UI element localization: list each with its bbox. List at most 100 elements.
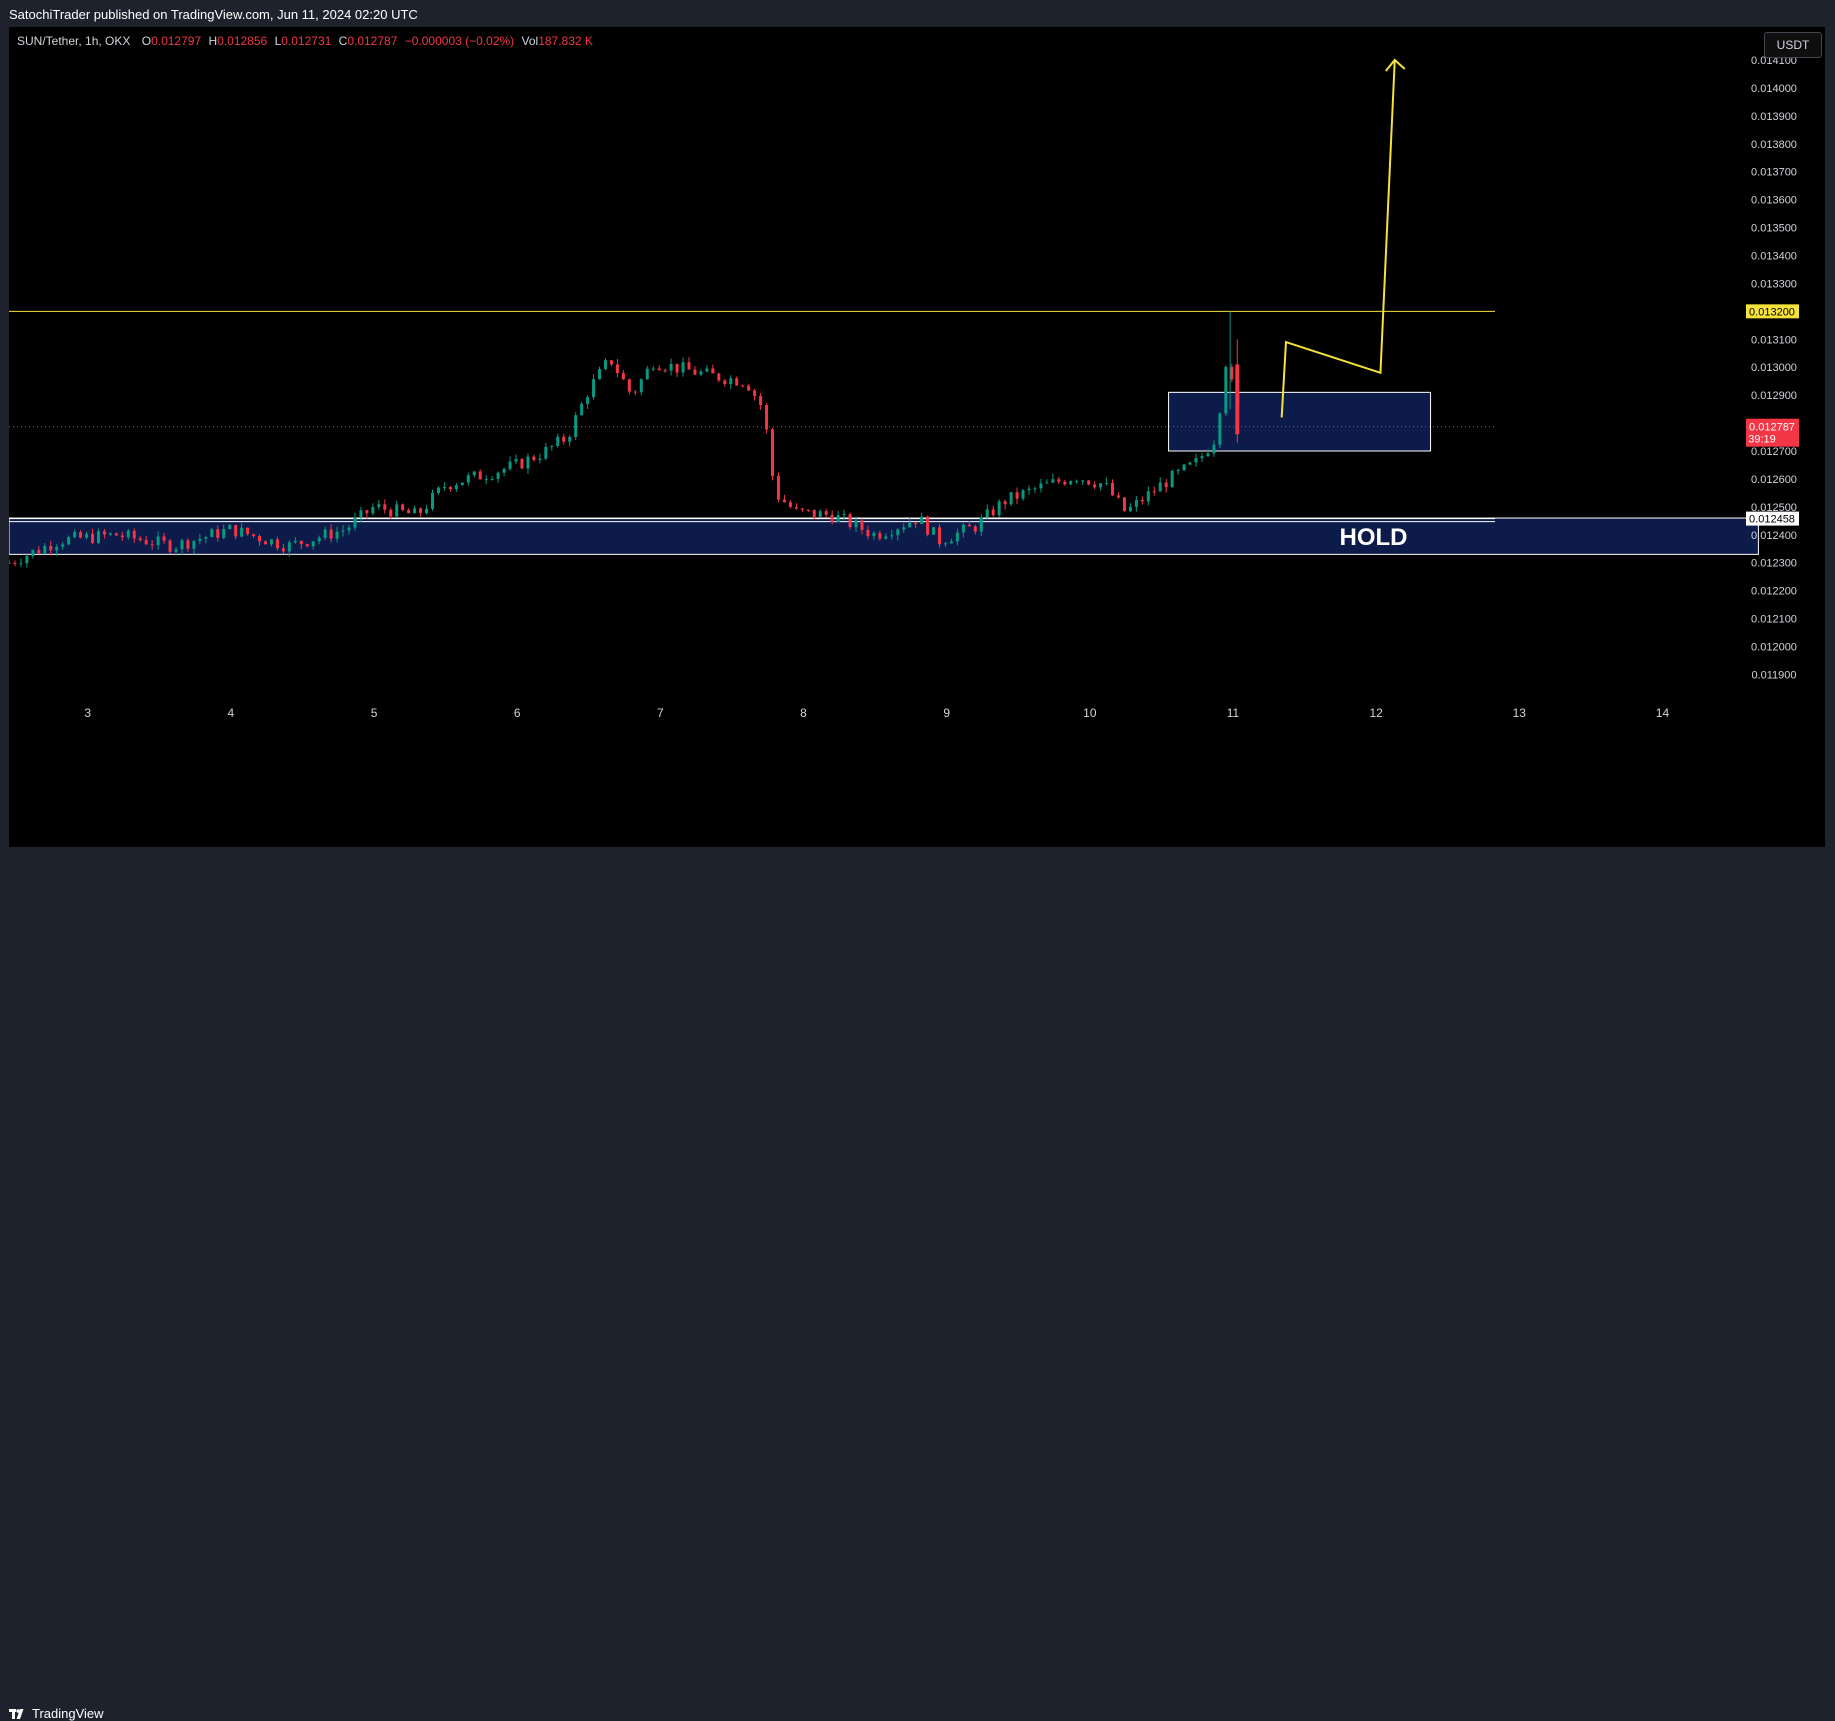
candle-body xyxy=(609,360,613,365)
candle-body xyxy=(967,524,971,527)
candle-body xyxy=(514,459,518,462)
y-axis-tick-label: 0.013400 xyxy=(1751,250,1797,262)
candle-body xyxy=(269,539,273,545)
candle-body xyxy=(383,504,387,510)
candle-body xyxy=(1051,479,1055,483)
legend-volume-value: 187.832 K xyxy=(538,34,593,48)
legend-close-value: 0.012787 xyxy=(347,34,398,48)
candle-body xyxy=(25,555,29,564)
y-axis-tick-label: 0.013800 xyxy=(1751,139,1797,151)
publisher-caption: SatochiTrader published on TradingView.c… xyxy=(9,7,418,22)
y-axis-tick-label: 0.013100 xyxy=(1751,334,1797,346)
y-axis-tick-label: 0.012000 xyxy=(1751,642,1797,654)
candle-body xyxy=(568,437,572,442)
candle-body xyxy=(830,514,834,522)
candle-body xyxy=(460,482,464,486)
candle-body xyxy=(753,390,757,396)
candle-body xyxy=(335,531,339,539)
x-axis-tick-label: 12 xyxy=(1369,706,1383,720)
candle-body xyxy=(1134,500,1138,507)
candle-body xyxy=(126,530,130,538)
candle-body xyxy=(1158,482,1162,492)
candle-body xyxy=(341,530,345,532)
candle-body xyxy=(884,536,888,539)
currency-button[interactable]: USDT xyxy=(1764,32,1822,58)
candle-body xyxy=(484,479,488,481)
candle-body xyxy=(991,509,995,516)
x-axis-tick-label: 4 xyxy=(228,706,235,720)
legend-volume-label: Vol xyxy=(521,34,539,48)
candle-body xyxy=(168,540,172,552)
candle-body xyxy=(502,468,506,473)
chart-area[interactable]: HOLD 3 4 5 6 7 8 9 10 11 12 13 14 0.014100 0.014000 0.… xyxy=(9,27,1825,847)
candle-body xyxy=(908,522,912,528)
candle-body xyxy=(741,385,745,387)
candle-body xyxy=(776,475,780,500)
price-chart[interactable]: HOLD 3 4 5 6 7 8 9 10 11 12 13 140.0141000.0140000.… xyxy=(9,27,1825,847)
candle-body xyxy=(973,526,977,532)
candle-body xyxy=(49,545,53,551)
candle-body xyxy=(61,544,65,547)
legend-open-label: O xyxy=(141,34,152,48)
candle-body xyxy=(747,385,751,391)
candle-body xyxy=(979,517,983,532)
candle-body xyxy=(377,504,381,508)
candle-body xyxy=(19,563,23,565)
y-axis-tick-label: 0.013300 xyxy=(1751,278,1797,290)
candle-body xyxy=(1230,366,1234,380)
candle-body xyxy=(633,391,637,393)
candle-body xyxy=(1152,491,1156,493)
x-axis-tick-label: 6 xyxy=(514,706,521,720)
candle-body xyxy=(1146,491,1150,502)
candle-body xyxy=(204,536,208,539)
candle-body xyxy=(562,436,566,442)
candle-body xyxy=(287,542,291,552)
candle-body xyxy=(55,546,59,551)
candle-body xyxy=(192,540,196,549)
candle-body xyxy=(842,514,846,516)
candle-body xyxy=(114,533,118,536)
candle-body xyxy=(854,520,858,528)
footer: TradingView xyxy=(0,847,1835,1721)
candle-body xyxy=(102,531,106,535)
candle-body xyxy=(705,368,709,372)
y-axis-tick-label: 0.012100 xyxy=(1751,614,1797,626)
candle-body xyxy=(836,515,840,522)
candle-body xyxy=(818,511,822,517)
candle-body xyxy=(79,532,83,538)
candle-body xyxy=(186,540,190,549)
candle-body xyxy=(556,436,560,446)
candle-body xyxy=(926,516,930,535)
candle-body xyxy=(150,544,154,546)
x-axis-tick-label: 10 xyxy=(1083,706,1097,720)
candle-body xyxy=(890,535,894,537)
candle-body xyxy=(431,492,435,509)
candle-body xyxy=(949,541,953,544)
x-axis-tick-label: 11 xyxy=(1227,706,1240,720)
x-axis-tick-label: 5 xyxy=(371,706,378,720)
candle-body xyxy=(621,373,625,380)
candle-body xyxy=(938,527,942,545)
y-axis-tick-label: 0.013500 xyxy=(1751,223,1797,235)
candle-body xyxy=(91,533,95,543)
candle-body xyxy=(615,364,619,374)
legend-symbol[interactable]: SUN/Tether, 1h, OKX xyxy=(17,34,130,48)
candle-body xyxy=(13,562,17,564)
candle-body xyxy=(1128,506,1132,512)
candle-body xyxy=(586,397,590,404)
candle-body xyxy=(627,379,631,392)
candle-body xyxy=(120,535,124,538)
hold-zone-label: HOLD xyxy=(1340,524,1408,551)
candle-body xyxy=(37,549,41,554)
candle-body xyxy=(1093,484,1097,488)
tradingview-logo[interactable]: TradingView xyxy=(9,1706,104,1721)
candle-body xyxy=(365,510,369,514)
candle-body xyxy=(1111,482,1115,496)
tradingview-logo-icon xyxy=(9,1708,24,1719)
candle-body xyxy=(848,514,852,528)
candle-body xyxy=(1200,456,1204,459)
candle-body xyxy=(687,362,691,370)
candle-body xyxy=(359,510,363,518)
x-axis-tick-label: 7 xyxy=(657,706,664,720)
candle-body xyxy=(436,487,440,493)
